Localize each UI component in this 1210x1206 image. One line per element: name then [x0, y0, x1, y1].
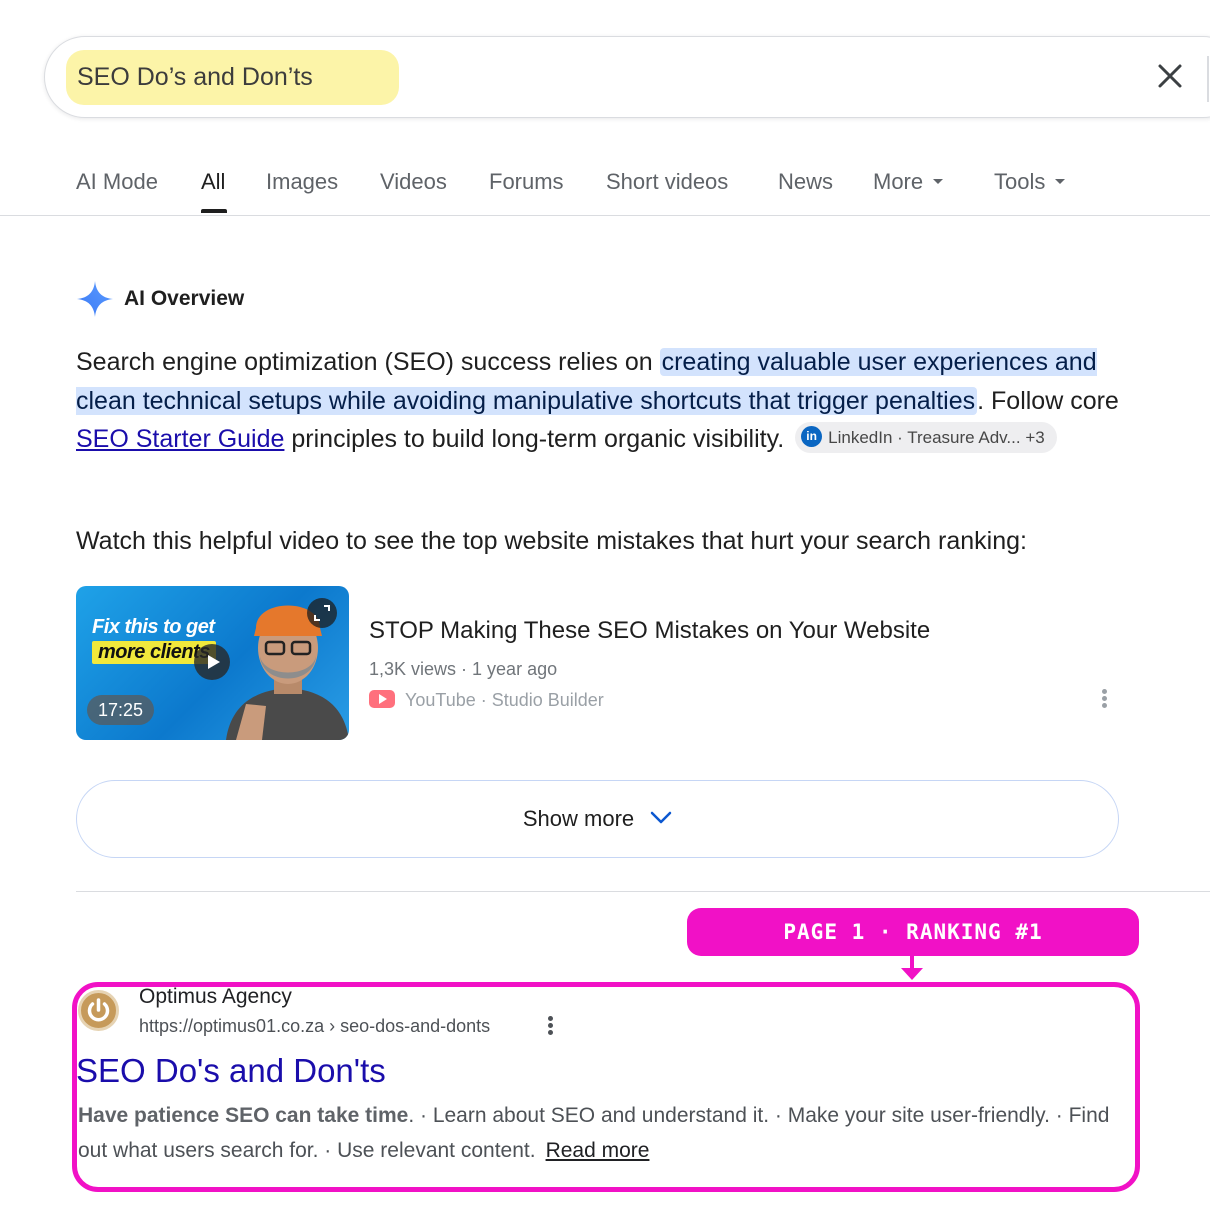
tab-news[interactable]: News	[778, 168, 833, 196]
video-source-label: YouTube · Studio Builder	[405, 690, 604, 710]
close-icon[interactable]	[1152, 58, 1188, 94]
play-icon[interactable]	[194, 644, 230, 680]
result-snippet: Have patience SEO can take time. · Learn…	[78, 1098, 1128, 1168]
linkedin-icon: in	[801, 425, 823, 447]
ai-text-start: Search engine optimization (SEO) success…	[76, 348, 660, 376]
ai-text-mid: . Follow core	[977, 386, 1119, 415]
video-title[interactable]: STOP Making These SEO Mistakes on Your W…	[369, 616, 930, 646]
thumbnail-caption-1: Fix this to get	[92, 616, 215, 638]
tab-tools[interactable]: Tools	[994, 168, 1066, 196]
arrow-down-icon	[901, 968, 923, 980]
tab-tools-label: Tools	[994, 169, 1046, 194]
ai-text-end: principles to build long-term organic vi…	[284, 425, 785, 453]
source-chip[interactable]: in LinkedIn · Treasure Adv... +3	[795, 421, 1057, 453]
source-chip-count: +3	[1025, 427, 1045, 447]
result-site-name[interactable]: Optimus Agency	[139, 984, 292, 1010]
video-thumbnail[interactable]: Fix this to get more clients 17:25	[76, 586, 349, 740]
result-options-icon[interactable]	[540, 1014, 560, 1040]
section-divider	[76, 891, 1210, 892]
video-source: YouTube · Studio Builder	[369, 688, 604, 712]
video-meta: 1,3K views · 1 year ago	[369, 659, 558, 679]
tab-ai-mode[interactable]: AI Mode	[76, 168, 158, 196]
read-more-link[interactable]: Read more	[546, 1139, 650, 1162]
search-tabs: AI Mode All Images Videos Forums Short v…	[0, 160, 1210, 216]
chevron-down-icon	[650, 780, 672, 856]
search-input[interactable]: SEO Do’s and Don’ts	[77, 60, 313, 94]
active-tab-indicator	[201, 209, 227, 213]
tab-images[interactable]: Images	[266, 168, 338, 196]
tab-more[interactable]: More	[873, 168, 944, 196]
caret-down-icon	[933, 178, 944, 184]
expand-icon[interactable]	[307, 598, 337, 628]
tab-forums[interactable]: Forums	[489, 168, 564, 196]
ai-overview-text: Search engine optimization (SEO) success…	[76, 343, 1136, 459]
snippet-bold: Have patience SEO can take time	[78, 1104, 409, 1127]
youtube-icon	[369, 690, 395, 709]
video-duration: 17:25	[87, 695, 155, 725]
result-url[interactable]: https://optimus01.co.za › seo-dos-and-do…	[139, 1015, 490, 1037]
search-bar-divider	[1207, 56, 1209, 102]
show-more-button[interactable]: Show more	[76, 780, 1119, 858]
tab-more-label: More	[873, 169, 924, 194]
tab-all[interactable]: All	[201, 168, 225, 196]
tab-videos[interactable]: Videos	[380, 168, 447, 196]
more-options-icon[interactable]	[1094, 687, 1114, 713]
sparkle-icon	[76, 280, 114, 318]
tab-short-videos[interactable]: Short videos	[606, 168, 728, 196]
ai-overview-title: AI Overview	[124, 287, 245, 310]
ranking-badge: PAGE 1 · RANKING #1	[687, 908, 1139, 956]
seo-starter-guide-link[interactable]: SEO Starter Guide	[76, 425, 284, 453]
show-more-label: Show more	[522, 806, 635, 831]
power-icon[interactable]	[78, 990, 119, 1031]
source-chip-label: LinkedIn · Treasure Adv...	[828, 427, 1021, 447]
video-intro-text: Watch this helpful video to see the top …	[76, 527, 1027, 555]
result-title-link[interactable]: SEO Do's and Don'ts	[76, 1050, 386, 1092]
caret-down-icon	[1055, 178, 1066, 184]
